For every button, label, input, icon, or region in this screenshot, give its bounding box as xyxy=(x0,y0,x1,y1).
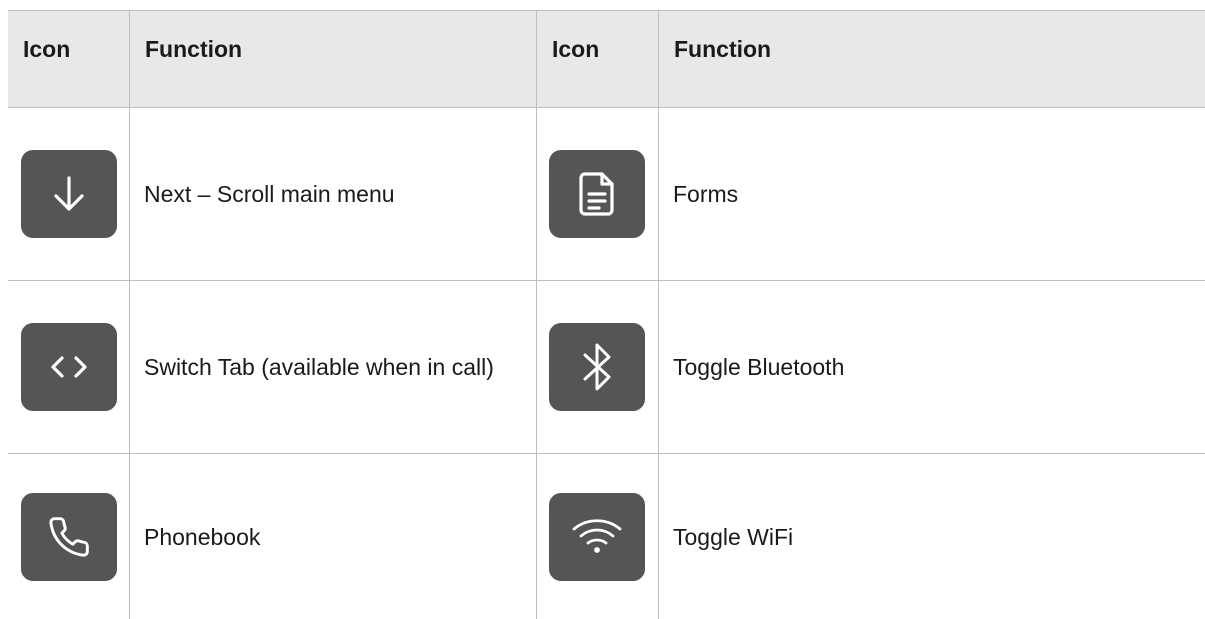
table-header-row: Icon Function Icon Function xyxy=(8,10,1205,108)
function-cell: Phonebook xyxy=(130,454,537,619)
icon-cell xyxy=(8,281,130,453)
wifi-icon xyxy=(549,492,645,581)
icon-cell xyxy=(537,108,659,280)
table-row: Phonebook Toggle WiFi xyxy=(8,454,1205,619)
icon-cell xyxy=(537,454,659,619)
function-label: Next – Scroll main menu xyxy=(144,181,395,207)
arrow-down-icon xyxy=(21,150,117,238)
header-cell-icon-2: Icon xyxy=(537,11,659,107)
function-cell: Toggle Bluetooth xyxy=(659,281,1205,453)
icon-cell xyxy=(8,108,130,280)
table-row: Next – Scroll main menu Forms xyxy=(8,108,1205,281)
table-row: Switch Tab (available when in call) Togg… xyxy=(8,281,1205,454)
function-label: Switch Tab (available when in call) xyxy=(144,354,494,380)
header-label: Function xyxy=(145,35,243,62)
document-icon xyxy=(549,150,645,238)
header-label: Icon xyxy=(23,35,71,62)
function-label: Toggle Bluetooth xyxy=(673,354,845,380)
header-cell-icon-1: Icon xyxy=(8,11,130,107)
header-label: Icon xyxy=(552,35,600,62)
header-cell-function-2: Function xyxy=(659,11,1205,107)
function-cell: Forms xyxy=(659,108,1205,280)
function-label: Phonebook xyxy=(144,523,261,550)
function-cell: Switch Tab (available when in call) xyxy=(130,281,537,453)
icon-cell xyxy=(8,454,130,619)
function-label: Toggle WiFi xyxy=(673,523,794,550)
bluetooth-icon xyxy=(549,323,645,411)
switch-tab-icon xyxy=(21,323,117,411)
icon-function-table: Icon Function Icon Function Next – Scrol… xyxy=(8,10,1205,619)
header-cell-function-1: Function xyxy=(130,11,537,107)
function-label: Forms xyxy=(673,181,739,207)
function-cell: Next – Scroll main menu xyxy=(130,108,537,280)
phone-icon xyxy=(21,492,117,581)
header-label: Function xyxy=(674,35,772,62)
icon-cell xyxy=(537,281,659,453)
function-cell: Toggle WiFi xyxy=(659,454,1205,619)
